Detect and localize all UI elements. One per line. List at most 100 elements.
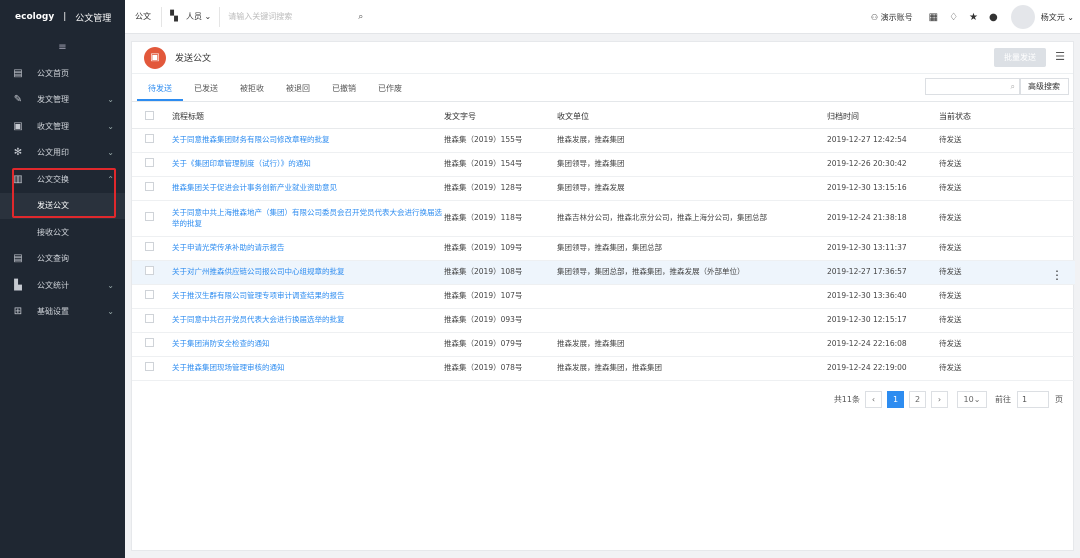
tab-sent[interactable]: 已发送 xyxy=(183,83,229,101)
chevron-down-icon: ⌄ xyxy=(107,148,114,158)
sidebar-item-seal[interactable]: ✻ 公文用印 ⌄ xyxy=(0,140,125,167)
row-title-link[interactable]: 关于集团消防安全检查的通知 xyxy=(172,332,444,357)
sidebar-subitem-receive[interactable]: 接收公文 xyxy=(0,219,125,246)
table-row[interactable]: 关于《集团印章管理制度（试行）》的通知 推森集（2019）154号 集团领导，推… xyxy=(132,152,1075,177)
sidebar-item-send-manage[interactable]: ✎ 发文管理 ⌄ xyxy=(0,87,125,114)
page-1-button[interactable]: 1 xyxy=(887,391,904,408)
sidebar-item-label: 基础设置 xyxy=(37,307,69,317)
tab-pending[interactable]: 待发送 xyxy=(137,83,183,101)
table-row[interactable]: 关于集团消防安全检查的通知 推森集（2019）079号 推森发展，推森集团 20… xyxy=(132,332,1075,357)
sidebar-item-query[interactable]: ▤ 公文查询 xyxy=(0,246,125,273)
page-size-select[interactable]: 10 ⌄ xyxy=(957,391,987,408)
row-checkbox[interactable] xyxy=(145,289,154,299)
row-number: 推森集（2019）107号 xyxy=(444,284,557,309)
menu-collapse-icon[interactable]: ≡ xyxy=(0,34,125,60)
row-checkbox[interactable] xyxy=(145,241,154,251)
user-name-text: 杨文元 xyxy=(1040,12,1065,22)
row-title-link[interactable]: 关于同意推森集团财务有限公司修改章程的批复 xyxy=(172,128,444,153)
account-switch[interactable]: ⚇ 演示账号 xyxy=(871,12,913,23)
row-title-link[interactable]: 关于推森集团现场管理审核的通知 xyxy=(172,356,444,381)
table-row[interactable]: 关于对广州推森供应链公司报公司中心组规章的批复 推森集（2019）108号 集团… xyxy=(132,260,1075,285)
prev-page-button[interactable]: ‹ xyxy=(865,391,882,408)
list-icon: ▤ xyxy=(13,67,23,79)
table-row[interactable]: 关于同意中共召开党员代表大会进行换届选举的批复 推森集（2019）093号 20… xyxy=(132,308,1075,333)
col-title[interactable]: 流程标题 xyxy=(172,106,444,129)
row-status: 待发送 xyxy=(939,200,1075,237)
tab-rejected[interactable]: 被拒收 xyxy=(229,83,275,101)
row-title-link[interactable]: 推森集团关于促进会计事务创新产业就业资助意见 xyxy=(172,176,444,201)
col-number[interactable]: 发文字号 xyxy=(444,106,557,129)
table-row[interactable]: 关于申请光荣传承补助的请示报告 推森集（2019）109号 集团领导，推森集团，… xyxy=(132,236,1075,261)
row-time: 2019-12-24 22:19:00 xyxy=(827,356,939,381)
main-panel: ▣ 发送公文 批量发送 ☰ 待发送 已发送 被拒收 被退回 已撤销 已作废 ⌕ … xyxy=(131,41,1075,551)
row-units xyxy=(557,308,827,333)
row-title-link[interactable]: 关于对广州推森供应链公司报公司中心组规章的批复 xyxy=(172,260,444,285)
row-checkbox[interactable] xyxy=(145,181,154,191)
sidebar-item-home[interactable]: ▤ 公文首页 xyxy=(0,60,125,87)
search-icon[interactable]: ⌕ xyxy=(1011,82,1015,92)
row-status: 待发送 xyxy=(939,236,1075,261)
row-status: 待发送 ⋮ xyxy=(939,260,1075,285)
row-units: 推森发展，推森集团，推森集团 xyxy=(557,356,827,381)
row-number: 推森集（2019）108号 xyxy=(444,260,557,285)
table-row[interactable]: 关于推汉生群有限公司管理专项审计调查结果的报告 推森集（2019）107号 20… xyxy=(132,284,1075,309)
col-status[interactable]: 当前状态 xyxy=(939,106,1075,129)
sidebar-item-settings[interactable]: ⊞ 基础设置 ⌄ xyxy=(0,299,125,326)
row-checkbox[interactable] xyxy=(145,337,154,347)
goto-page-input[interactable]: 1 xyxy=(1017,391,1049,408)
row-status-text: 待发送 xyxy=(939,267,962,277)
grid-icon[interactable]: ▦ xyxy=(929,12,938,23)
tab-revoked[interactable]: 已撤销 xyxy=(321,83,367,101)
module-switch[interactable]: 公文 xyxy=(125,6,162,27)
menu-list-icon[interactable]: ☰ xyxy=(1055,50,1065,63)
table-row[interactable]: 推森集团关于促进会计事务创新产业就业资助意见 推森集（2019）128号 集团领… xyxy=(132,176,1075,201)
star-icon[interactable]: ★ xyxy=(969,12,978,23)
row-checkbox[interactable] xyxy=(145,133,154,143)
global-search-input[interactable]: 请输入关键词搜索 ⌕ xyxy=(219,6,369,27)
row-checkbox[interactable] xyxy=(145,313,154,323)
chat-icon[interactable]: ● xyxy=(989,12,998,23)
tab-returned[interactable]: 被退回 xyxy=(275,83,321,101)
col-units[interactable]: 收文单位 xyxy=(557,106,827,129)
col-time[interactable]: 归档时间 xyxy=(827,106,939,129)
row-title-link[interactable]: 关于同意中共上海推森地产（集团）有限公司委员会召开党员代表大会进行换届选举的批复 xyxy=(172,200,444,237)
page-title: 发送公文 xyxy=(175,54,212,64)
row-checkbox[interactable] xyxy=(145,157,154,167)
sidebar-item-stats[interactable]: ▙ 公文统计 ⌄ xyxy=(0,272,125,299)
row-title-link[interactable]: 关于申请光荣传承补助的请示报告 xyxy=(172,236,444,261)
list-search-input[interactable]: ⌕ xyxy=(925,78,1021,95)
row-checkbox[interactable] xyxy=(145,211,154,221)
row-status: 待发送 xyxy=(939,128,1075,153)
sidebar-item-receive-manage[interactable]: ▣ 收文管理 ⌄ xyxy=(0,113,125,140)
table-row[interactable]: 关于同意中共上海推森地产（集团）有限公司委员会召开党员代表大会进行换届选举的批复… xyxy=(132,200,1075,237)
search-icon[interactable]: ⌕ xyxy=(358,12,363,22)
user-name[interactable]: 杨文元 ⌄ xyxy=(1041,12,1074,23)
document-table: 流程标题 发文字号 收文单位 归档时间 当前状态 关于同意推森集团财务有限公司修… xyxy=(132,106,1075,381)
page-2-button[interactable]: 2 xyxy=(909,391,926,408)
row-checkbox[interactable] xyxy=(145,265,154,275)
sidebar-item-label: 公文首页 xyxy=(37,68,69,78)
select-all-cell xyxy=(132,106,172,129)
row-status: 待发送 xyxy=(939,284,1075,309)
batch-send-button[interactable]: 批量发送 xyxy=(994,48,1046,67)
row-checkbox[interactable] xyxy=(145,361,154,371)
table-row[interactable]: 关于推森集团现场管理审核的通知 推森集（2019）078号 推森发展，推森集团，… xyxy=(132,356,1075,381)
row-units: 集团领导，集团总部，推森集团，推森发展（外部单位） xyxy=(557,260,827,285)
more-vertical-icon[interactable]: ⋮ xyxy=(1051,266,1063,284)
row-time: 2019-12-24 22:16:08 xyxy=(827,332,939,357)
highlight-annotation-box xyxy=(12,168,116,218)
bell-icon[interactable]: ♢ xyxy=(949,12,958,23)
row-title-link[interactable]: 关于同意中共召开党员代表大会进行换届选举的批复 xyxy=(172,308,444,333)
row-title-link[interactable]: 关于推汉生群有限公司管理专项审计调查结果的报告 xyxy=(172,284,444,309)
avatar[interactable] xyxy=(1010,5,1035,29)
row-title-link[interactable]: 关于《集团印章管理制度（试行）》的通知 xyxy=(172,152,444,177)
select-all-checkbox[interactable] xyxy=(145,111,154,121)
tab-voided[interactable]: 已作废 xyxy=(367,83,413,101)
next-page-button[interactable]: › xyxy=(931,391,948,408)
search-scope-select[interactable]: 人员 ⌄ xyxy=(186,11,211,22)
row-time: 2019-12-30 13:36:40 xyxy=(827,284,939,309)
apps-grid-icon[interactable]: ▚ xyxy=(162,11,186,22)
advanced-search-button[interactable]: 高级搜索 xyxy=(1019,78,1069,95)
table-row[interactable]: 关于同意推森集团财务有限公司修改章程的批复 推森集（2019）155号 推森发展… xyxy=(132,128,1075,153)
search-scope-label: 人员 xyxy=(186,12,202,21)
